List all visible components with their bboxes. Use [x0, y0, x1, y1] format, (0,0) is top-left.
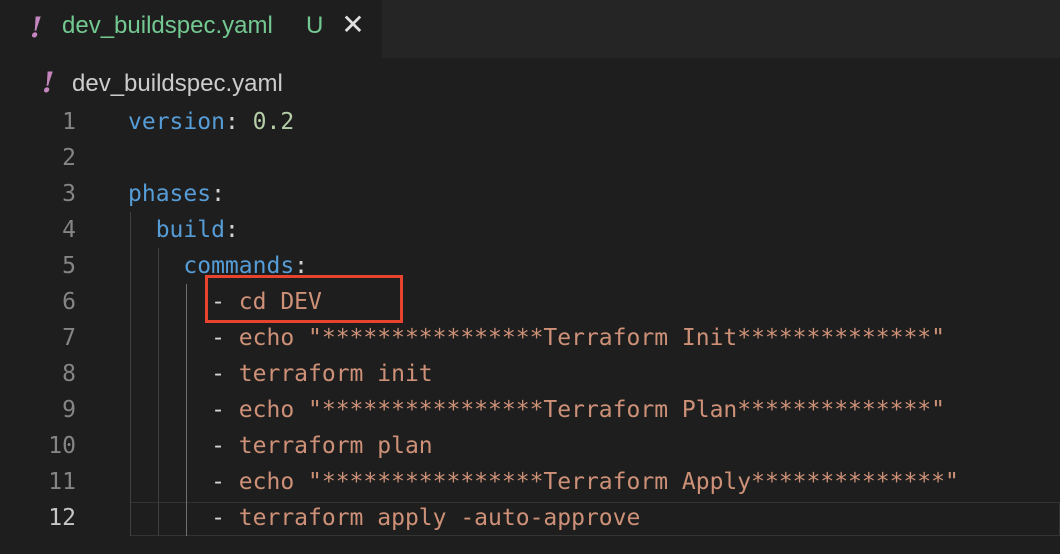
code-token: - — [128, 289, 239, 315]
code-line[interactable]: 10 - terraform plan — [0, 428, 1060, 464]
line-number: 5 — [62, 253, 76, 279]
code-token: - — [128, 433, 239, 459]
code-line[interactable]: 6 - cd DEV — [0, 284, 1060, 320]
code-line[interactable]: 2 — [0, 140, 1060, 176]
code-token: - — [128, 469, 239, 495]
line-number: 12 — [48, 505, 76, 531]
code-token: terraform plan — [238, 433, 433, 459]
line-number: 2 — [62, 145, 76, 171]
code-text: commands: — [128, 248, 308, 284]
code-text: - terraform init — [128, 356, 433, 392]
code-text: - terraform plan — [128, 428, 433, 464]
code-token: - — [128, 397, 239, 423]
code-text: - terraform apply -auto-approve — [128, 500, 640, 536]
line-number: 8 — [62, 361, 76, 387]
tab-dev-buildspec[interactable]: ! dev_buildspec.yaml U ✕ — [0, 0, 382, 58]
code-line[interactable]: 5 commands: — [0, 248, 1060, 284]
code-token: - — [128, 361, 239, 387]
code-token: 0.2 — [252, 109, 295, 135]
code-line[interactable]: 11 - echo "****************Terraform App… — [0, 464, 1060, 500]
line-number: 10 — [48, 433, 76, 459]
code-line[interactable]: 12 - terraform apply -auto-approve — [0, 500, 1060, 536]
tab-bar: ! dev_buildspec.yaml U ✕ — [0, 0, 1060, 58]
code-token: phases — [128, 181, 212, 207]
yaml-file-icon: ! — [42, 66, 55, 99]
code-line[interactable]: 3 phases: — [0, 176, 1060, 212]
code-token: commands — [128, 253, 295, 279]
code-token: : — [224, 217, 239, 243]
code-token: : — [224, 109, 253, 135]
code-token: : — [211, 181, 225, 207]
code-token: terraform init — [238, 361, 433, 387]
code-editor[interactable]: 1 version: 0.2 2 3 phases: 4 build: 5 commands… — [0, 104, 1060, 554]
code-text: version: 0.2 — [128, 104, 294, 140]
code-token: cd DEV — [238, 289, 322, 315]
untracked-badge: U — [306, 12, 324, 39]
code-line[interactable]: 1 version: 0.2 — [0, 104, 1060, 140]
code-line[interactable]: 7 - echo "****************Terraform Init… — [0, 320, 1060, 356]
line-number: 6 — [62, 289, 76, 315]
line-number: 4 — [62, 217, 76, 243]
yaml-file-icon: ! — [30, 11, 43, 44]
code-token: version — [128, 109, 225, 135]
code-token: - — [128, 505, 239, 531]
code-text: - cd DEV — [128, 284, 322, 320]
line-number: 3 — [62, 181, 76, 207]
code-line[interactable]: 8 - terraform init — [0, 356, 1060, 392]
code-text: - echo "****************Terraform Init**… — [128, 320, 945, 356]
breadcrumb: ! dev_buildspec.yaml — [0, 62, 1060, 102]
code-text: phases: — [128, 176, 225, 212]
code-token: echo "****************Terraform Init****… — [238, 325, 945, 351]
code-token: : — [294, 253, 309, 279]
code-text: - echo "****************Terraform Plan**… — [128, 392, 945, 428]
code-token: - — [128, 325, 239, 351]
code-token: echo "****************Terraform Apply***… — [238, 469, 959, 495]
code-text: - echo "****************Terraform Apply*… — [128, 464, 959, 500]
code-token: terraform apply -auto-approve — [238, 505, 641, 531]
line-number: 9 — [62, 397, 76, 423]
breadcrumb-file[interactable]: dev_buildspec.yaml — [72, 70, 283, 98]
code-line[interactable]: 9 - echo "****************Terraform Plan… — [0, 392, 1060, 428]
line-number: 11 — [48, 469, 76, 495]
code-text: build: — [128, 212, 239, 248]
code-token: echo "****************Terraform Plan****… — [238, 397, 945, 423]
line-number: 7 — [62, 325, 76, 351]
code-token: build — [128, 217, 225, 243]
code-line[interactable]: 4 build: — [0, 212, 1060, 248]
tab-title[interactable]: dev_buildspec.yaml — [62, 12, 273, 40]
line-number: 1 — [62, 109, 76, 135]
close-icon[interactable]: ✕ — [340, 10, 366, 40]
